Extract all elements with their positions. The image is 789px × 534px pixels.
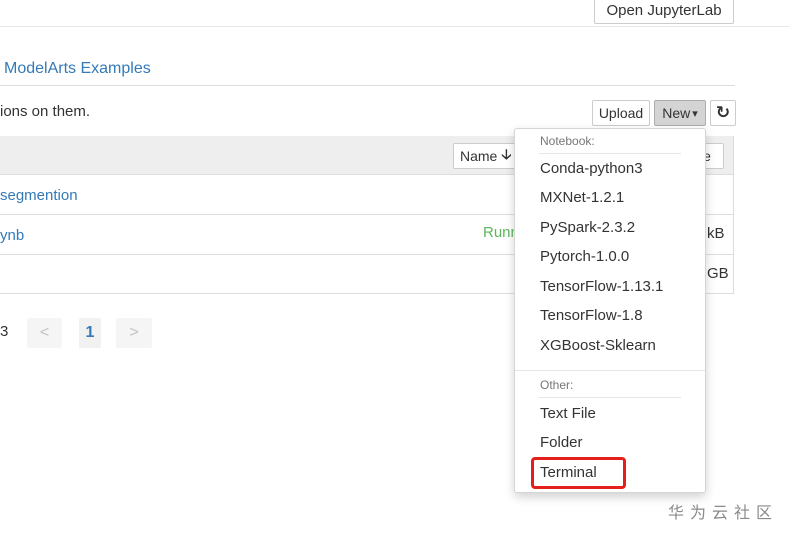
- new-button-label: New: [662, 105, 691, 121]
- refresh-button[interactable]: ↻: [710, 100, 736, 126]
- menu-item-pytorch[interactable]: Pytorch-1.0.0: [540, 248, 629, 265]
- sort-name-label: Name: [460, 148, 498, 164]
- menu-item-pyspark[interactable]: PySpark-2.3.2: [540, 219, 635, 236]
- new-button[interactable]: New ▾: [654, 100, 706, 126]
- previous-page-button[interactable]: <: [27, 318, 62, 348]
- upload-button[interactable]: Upload: [592, 100, 650, 126]
- file-link[interactable]: ynb: [0, 227, 24, 244]
- tab-divider: [0, 85, 735, 86]
- menu-item-text-file[interactable]: Text File: [540, 405, 596, 422]
- next-page-button[interactable]: >: [116, 318, 152, 348]
- other-section-header: Other:: [540, 378, 574, 392]
- menu-separator: [539, 153, 681, 154]
- menu-separator: [539, 397, 681, 398]
- menu-item-folder[interactable]: Folder: [540, 434, 583, 451]
- file-size: GB: [707, 265, 729, 282]
- page-1-button[interactable]: 1: [79, 318, 101, 348]
- menu-item-mxnet[interactable]: MXNet-1.2.1: [540, 189, 624, 206]
- file-size: kB: [707, 225, 725, 242]
- watermark-text: 华为云社区: [668, 505, 779, 522]
- sort-by-name-button[interactable]: Name 🡣: [453, 143, 521, 169]
- caret-down-icon: ▾: [692, 107, 698, 120]
- menu-item-tensorflow-1-8[interactable]: TensorFlow-1.8: [540, 307, 643, 324]
- refresh-icon: ↻: [715, 103, 731, 122]
- new-dropdown-menu: Notebook: Conda-python3 MXNet-1.2.1 PySp…: [514, 128, 706, 493]
- open-jupyterlab-button[interactable]: Open JupyterLab: [594, 0, 734, 24]
- terminal-highlight-box: [531, 457, 626, 489]
- file-link[interactable]: segmention: [0, 187, 78, 204]
- notebook-section-header: Notebook:: [540, 134, 595, 148]
- top-divider: [0, 26, 789, 27]
- menu-item-tensorflow-1-13-1[interactable]: TensorFlow-1.13.1: [540, 278, 663, 295]
- menu-item-xgboost-sklearn[interactable]: XGBoost-Sklearn: [540, 337, 656, 354]
- tab-modelarts-examples[interactable]: ModelArts Examples: [4, 60, 151, 78]
- toolbar-hint-text: ions on them.: [0, 103, 91, 120]
- menu-divider: [515, 370, 705, 371]
- menu-item-conda-python3[interactable]: Conda-python3: [540, 160, 643, 177]
- item-count: 3: [0, 323, 9, 340]
- arrow-down-icon: 🡣: [501, 146, 512, 162]
